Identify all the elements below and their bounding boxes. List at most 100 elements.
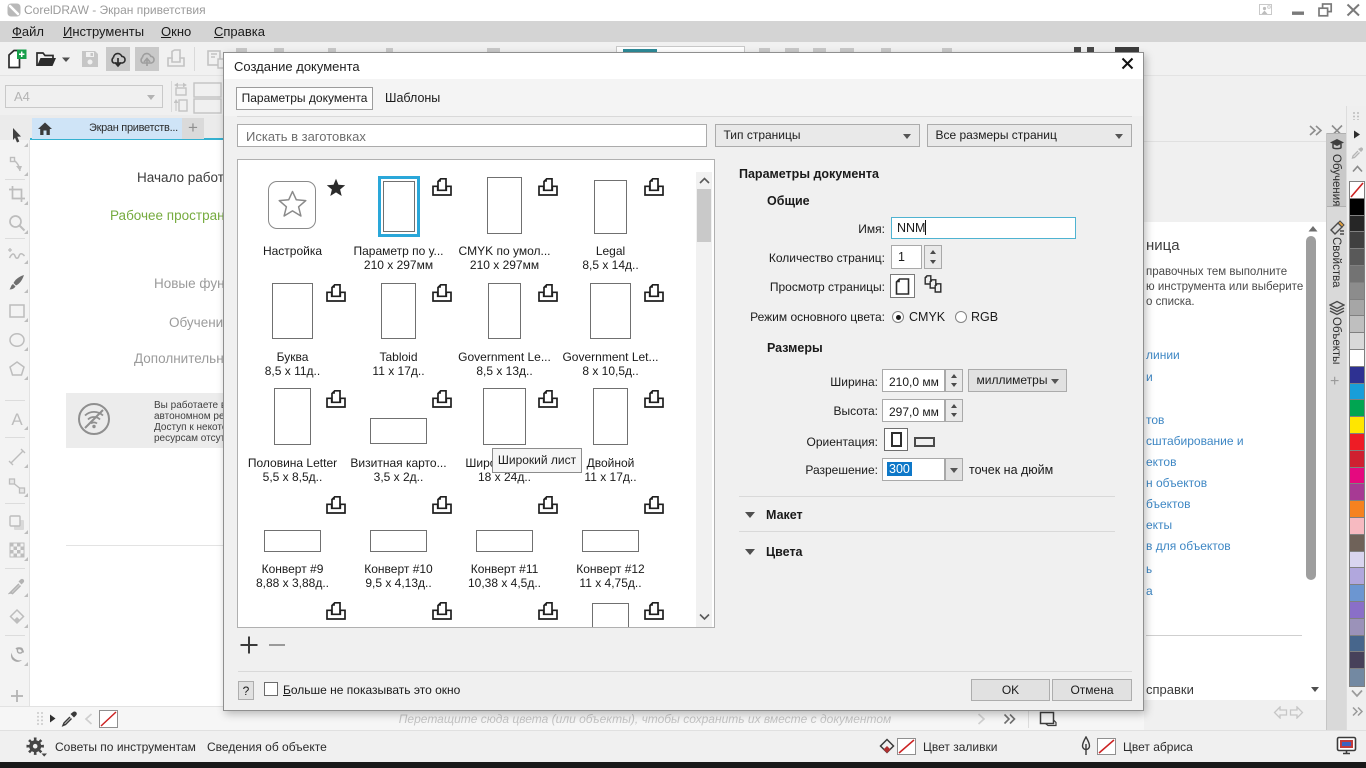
landscape-button[interactable] [914, 437, 935, 447]
drop-shadow-tool[interactable] [8, 514, 26, 532]
page-sizes-dropdown[interactable]: Все размеры страниц [927, 124, 1133, 147]
docker-add-tab-button[interactable]: + [1330, 373, 1339, 391]
preset-item-government-letter[interactable]: Government Let...8 x 10,5д.. [558, 283, 664, 389]
height-spinner[interactable] [945, 399, 963, 422]
docker-link[interactable]: бъектов [1146, 497, 1190, 511]
palette-swatch-18[interactable] [1350, 484, 1364, 501]
spin-down-icon[interactable] [951, 413, 957, 417]
artistic-media-tool[interactable] [8, 273, 26, 291]
docpalette-grip[interactable] [36, 711, 44, 726]
spin-down-icon[interactable] [930, 260, 936, 264]
docker-collapse-icon[interactable] [1308, 124, 1324, 137]
palette-scroll-up[interactable] [1352, 165, 1363, 173]
search-input[interactable]: Искать в заготовках [237, 124, 707, 147]
preset-item-partial[interactable] [240, 601, 346, 628]
open-icon[interactable] [35, 49, 57, 69]
docker-link[interactable]: а [1146, 584, 1153, 598]
dialog-help-button[interactable]: ? [238, 681, 254, 700]
palette-swatch-3[interactable] [1350, 232, 1364, 249]
connector-tool[interactable] [8, 477, 26, 495]
spin-up-icon[interactable] [930, 250, 936, 254]
palette-swatch-11[interactable] [1350, 367, 1364, 384]
palette-eyedropper-icon[interactable] [1351, 146, 1363, 159]
grid-scroll-up-icon[interactable] [699, 177, 710, 185]
fill-tool[interactable] [8, 608, 26, 626]
close-button[interactable] [1346, 3, 1361, 17]
resolution-dropdown-button[interactable] [945, 458, 963, 481]
docker-scroll-up[interactable] [1307, 224, 1319, 233]
preset-item-double[interactable]: Двойной11 x 17д.. [558, 389, 664, 495]
palette-swatch-27[interactable] [1350, 636, 1364, 653]
dialog-close-button[interactable] [1117, 56, 1137, 76]
rectangle-tool[interactable] [8, 302, 26, 320]
docker-link[interactable]: ы [1146, 562, 1152, 576]
palette-swatch-12[interactable] [1350, 384, 1364, 401]
palette-swatch-17[interactable] [1350, 468, 1364, 485]
spin-up-icon[interactable] [951, 374, 957, 378]
welcome-link-more[interactable]: Дополнительно [134, 351, 231, 366]
text-tool[interactable]: A [8, 410, 26, 428]
pick-tool[interactable] [8, 127, 26, 145]
width-input[interactable]: 210,0 мм [882, 369, 945, 392]
docpalette-options-icon[interactable] [1039, 711, 1057, 727]
dialog-tab-document-settings[interactable]: Параметры документа [236, 87, 373, 110]
palette-swatch-29[interactable] [1350, 669, 1364, 686]
layout-section-heading[interactable]: Макет [766, 508, 803, 522]
cloud-download-icon[interactable] [108, 49, 128, 69]
docker-tab-learn-label[interactable]: Обучения [1330, 154, 1342, 206]
welcome-tab[interactable]: Экран приветств... [32, 118, 182, 139]
new-document-icon[interactable] [7, 49, 27, 69]
transparency-tool[interactable] [8, 541, 26, 559]
menu-window[interactable]: Окно [161, 24, 191, 39]
preset-item-partial[interactable] [558, 601, 664, 628]
palette-swatch-0[interactable] [1350, 182, 1364, 199]
palette-grip[interactable] [1352, 111, 1362, 120]
docker-help-section-fragment[interactable]: справки [1146, 682, 1194, 697]
name-input[interactable]: NNM [891, 217, 1076, 239]
palette-swatch-15[interactable] [1350, 434, 1364, 451]
docker-link[interactable]: и [1146, 370, 1153, 384]
palette-swatch-25[interactable] [1350, 602, 1364, 619]
single-page-view-button[interactable] [890, 274, 915, 298]
settings-gear-icon[interactable] [26, 737, 48, 757]
cancel-button[interactable]: Отмена [1052, 679, 1132, 701]
palette-expand-icon[interactable] [1351, 706, 1364, 717]
palette-swatch-13[interactable] [1350, 400, 1364, 417]
rgb-radio[interactable] [955, 311, 967, 323]
docker-help-expander-icon[interactable] [1311, 687, 1319, 692]
freehand-tool[interactable] [8, 244, 26, 262]
rgb-radio-label[interactable]: RGB [971, 310, 998, 324]
status-object-info[interactable]: Сведения об объекте [207, 740, 327, 754]
layout-section-toggle[interactable] [745, 512, 755, 518]
palette-swatch-26[interactable] [1350, 619, 1364, 636]
fill-color-swatch[interactable] [897, 738, 916, 755]
docker-link[interactable]: в для объектов [1146, 539, 1231, 553]
palette-swatch-2[interactable] [1350, 216, 1364, 233]
palette-swatch-6[interactable] [1350, 283, 1364, 300]
docker-scrollbar-thumb[interactable] [1306, 236, 1316, 580]
facing-pages-view-button[interactable] [922, 275, 944, 296]
pages-spinner[interactable] [924, 245, 942, 269]
palette-swatch-22[interactable] [1350, 552, 1364, 569]
menu-file[interactable]: Файл [12, 24, 44, 39]
restore-button[interactable] [1318, 3, 1334, 17]
status-tool-tips[interactable]: Советы по инструментам [55, 740, 196, 754]
height-input[interactable]: 297,0 мм [882, 399, 945, 422]
preset-item-partial[interactable] [452, 601, 558, 628]
docker-link[interactable]: екты [1146, 518, 1172, 532]
menu-tools[interactable]: Инструменты [63, 24, 144, 39]
docker-link[interactable]: тов [1146, 413, 1164, 427]
zoom-tool[interactable] [8, 214, 26, 232]
grid-scrollbar-thumb[interactable] [697, 189, 711, 242]
palette-swatch-16[interactable] [1350, 451, 1364, 468]
dont-show-checkbox[interactable] [264, 682, 278, 696]
page-type-dropdown[interactable]: Тип страницы [715, 124, 921, 147]
add-preset-button[interactable] [239, 635, 259, 655]
display-settings-icon[interactable] [1336, 736, 1357, 755]
docker-link[interactable]: ектов [1146, 455, 1176, 469]
palette-swatch-23[interactable] [1350, 568, 1364, 585]
docker-link[interactable]: сштабирование и [1146, 434, 1244, 448]
docker-tab-objects-label[interactable]: Объекты [1330, 317, 1342, 364]
palette-swatch-4[interactable] [1350, 249, 1364, 266]
colors-section-heading[interactable]: Цвета [766, 545, 803, 559]
